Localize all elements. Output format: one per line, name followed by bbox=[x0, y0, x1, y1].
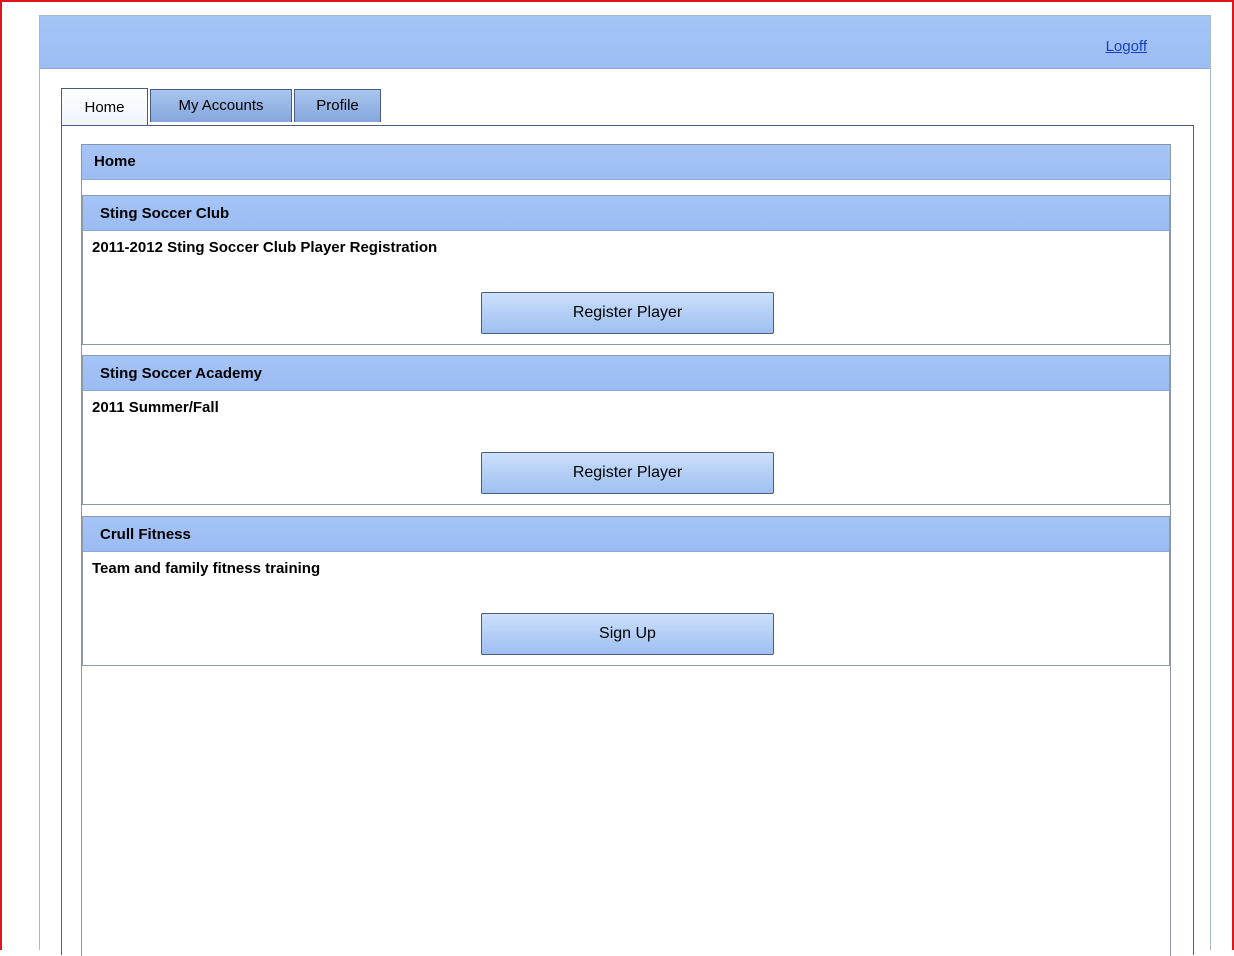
section-title: Crull Fitness bbox=[83, 517, 1169, 552]
tab-home[interactable]: Home bbox=[61, 88, 148, 125]
register-player-button[interactable]: Register Player bbox=[481, 452, 774, 494]
logoff-link[interactable]: Logoff bbox=[1106, 38, 1147, 55]
tab-profile[interactable]: Profile bbox=[294, 89, 381, 122]
register-player-button[interactable]: Register Player bbox=[481, 292, 774, 334]
tab-panel: Home Sting Soccer Club 2011-2012 Sting S… bbox=[61, 125, 1194, 956]
section-sting-soccer-academy: Sting Soccer Academy 2011 Summer/Fall Re… bbox=[82, 355, 1170, 505]
tab-my-accounts[interactable]: My Accounts bbox=[150, 89, 292, 122]
section-description: 2011 Summer/Fall bbox=[92, 399, 219, 416]
app-window: Logoff Home My Accounts Profile Home Sti… bbox=[39, 15, 1211, 956]
section-title: Sting Soccer Club bbox=[83, 196, 1169, 231]
home-panel: Home Sting Soccer Club 2011-2012 Sting S… bbox=[81, 144, 1171, 956]
home-panel-title: Home bbox=[82, 145, 1170, 180]
section-description: Team and family fitness training bbox=[92, 560, 321, 577]
section-title: Sting Soccer Academy bbox=[83, 356, 1169, 391]
section-crull-fitness: Crull Fitness Team and family fitness tr… bbox=[82, 516, 1170, 666]
sign-up-button[interactable]: Sign Up bbox=[481, 613, 774, 655]
section-sting-soccer-club: Sting Soccer Club 2011-2012 Sting Soccer… bbox=[82, 195, 1170, 345]
section-description: 2011-2012 Sting Soccer Club Player Regis… bbox=[92, 239, 438, 256]
top-bar: Logoff bbox=[40, 16, 1210, 69]
